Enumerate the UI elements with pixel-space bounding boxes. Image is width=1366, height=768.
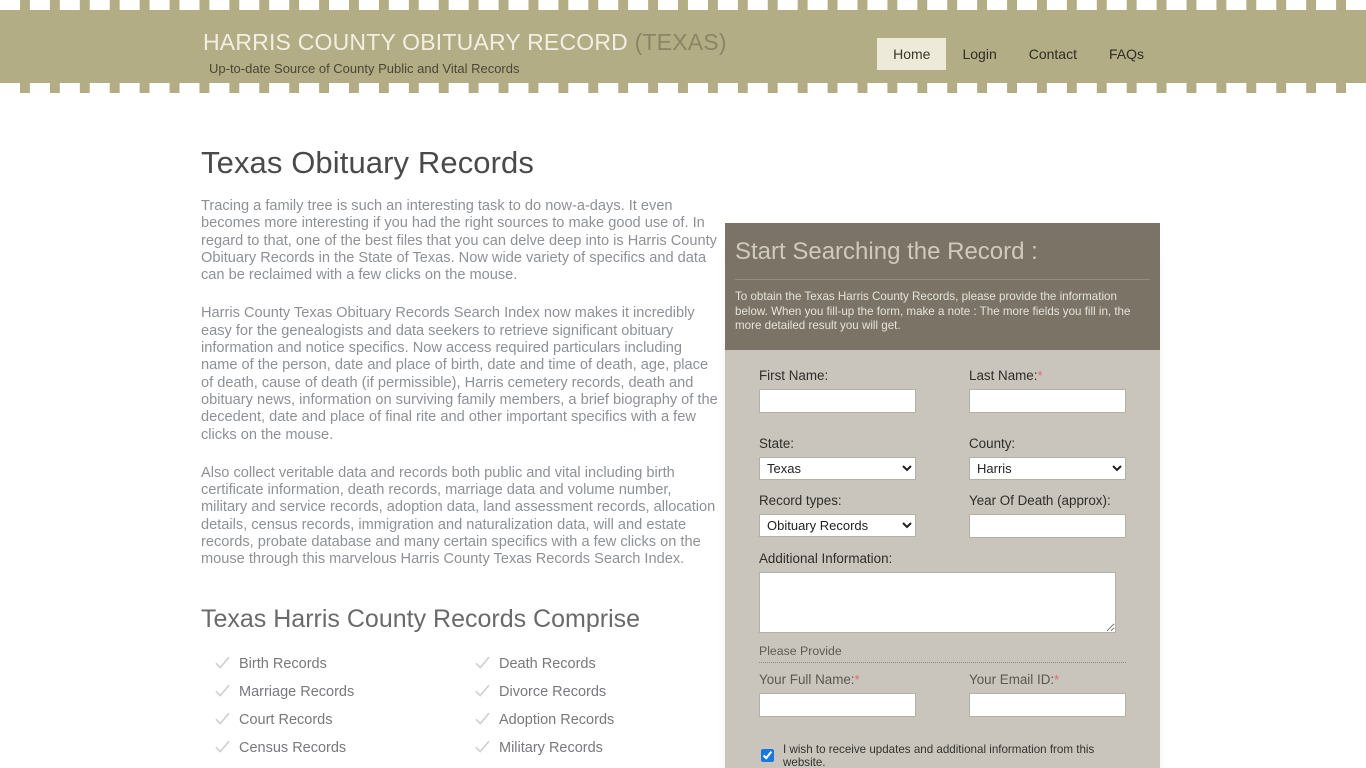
- name-field-row: First Name: Last Name:*: [759, 368, 1135, 413]
- required-asterisk-last-name: *: [1037, 367, 1043, 383]
- last-name-field-group: Last Name:*: [947, 368, 1135, 413]
- article-column: Texas Obituary Records Tracing a family …: [201, 145, 721, 768]
- record-list-item-label: Death Records: [499, 655, 596, 672]
- email-label-text: Your Email ID:: [969, 671, 1055, 687]
- email-label: Your Email ID:*: [969, 672, 1135, 687]
- contact-field-row: Your Full Name:* Your Email ID:*: [759, 672, 1135, 717]
- intro-paragraph-2: Harris County Texas Obituary Records Sea…: [201, 305, 718, 443]
- full-name-label: Your Full Name:*: [759, 672, 947, 687]
- main-navigation: Home Login Contact FAQs: [877, 38, 1160, 70]
- first-name-input[interactable]: [759, 388, 916, 413]
- email-input[interactable]: [969, 692, 1126, 717]
- record-year-field-row: Record types: Obituary Records Year Of D…: [759, 493, 1135, 538]
- records-section-title: Texas Harris County Records Comprise: [201, 604, 641, 633]
- last-name-input[interactable]: [969, 388, 1126, 413]
- intro-paragraph-1: Tracing a family tree is such an interes…: [201, 198, 717, 284]
- record-types-label: Record types:: [759, 492, 842, 508]
- record-list-item-label: Marriage Records: [239, 683, 355, 700]
- nav-item-login[interactable]: Login: [946, 38, 1012, 70]
- check-icon: [475, 712, 490, 727]
- location-field-row: State: Texas County: Harris: [759, 436, 1135, 480]
- site-subtitle: Up-to-date Source of County Public and V…: [209, 61, 520, 76]
- additional-information-label: Additional Information:: [759, 550, 893, 566]
- record-list-item: Divorce Records: [461, 678, 721, 706]
- last-name-label-text: Last Name:: [969, 367, 1038, 383]
- nav-item-faqs[interactable]: FAQs: [1093, 38, 1160, 70]
- site-header: HARRIS COUNTY OBITUARY RECORD (TEXAS) Up…: [0, 0, 1366, 93]
- brand-block: HARRIS COUNTY OBITUARY RECORD (TEXAS) Up…: [203, 28, 727, 76]
- consent-checkbox[interactable]: [761, 749, 774, 763]
- year-of-death-label: Year Of Death (approx):: [969, 492, 1111, 508]
- first-name-field-group: First Name:: [759, 368, 947, 413]
- search-panel-title: Start Searching the Record :: [735, 238, 1150, 280]
- county-field-group: County: Harris: [947, 436, 1135, 480]
- record-list-item: Census Records: [201, 734, 461, 762]
- intro-paragraph-3: Also collect veritable data and records …: [201, 464, 716, 568]
- record-list-item: Obituary Records: [461, 762, 721, 768]
- record-list-item-label: Adoption Records: [499, 711, 615, 728]
- full-name-label-text: Your Full Name:: [759, 671, 855, 687]
- check-icon: [475, 656, 490, 671]
- record-list-item: Birth Records: [201, 650, 461, 678]
- record-list-item-label: Military Records: [499, 739, 603, 756]
- site-title-location: (TEXAS): [634, 29, 727, 55]
- search-panel-description: To obtain the Texas Harris County Record…: [735, 290, 1131, 333]
- check-icon: [475, 740, 490, 755]
- record-list-item-label: Divorce Records: [499, 683, 607, 700]
- record-list-item-label: Court Records: [239, 711, 333, 728]
- required-asterisk-email: *: [1054, 671, 1060, 687]
- first-name-label: First Name:: [759, 367, 829, 383]
- record-list-item: Death Records: [461, 650, 721, 678]
- county-select[interactable]: Harris: [969, 456, 1126, 480]
- search-panel-header: Start Searching the Record : To obtain t…: [725, 223, 1160, 350]
- site-title: HARRIS COUNTY OBITUARY RECORD (TEXAS): [203, 28, 727, 56]
- state-field-group: State: Texas: [759, 436, 947, 480]
- last-name-label: Last Name:*: [969, 368, 1135, 383]
- state-label: State:: [759, 435, 794, 451]
- email-field-group: Your Email ID:*: [947, 672, 1135, 717]
- required-asterisk-full-name: *: [854, 671, 860, 687]
- record-list-item-label: Census Records: [239, 739, 347, 756]
- check-icon: [215, 740, 230, 755]
- check-icon: [215, 656, 230, 671]
- nav-item-home[interactable]: Home: [877, 38, 947, 70]
- check-icon: [215, 684, 230, 699]
- record-list-item: Marriage Records: [201, 678, 461, 706]
- consent-row: I wish to receive updates and additional…: [759, 743, 1135, 768]
- record-list-item-label: Birth Records: [239, 655, 327, 672]
- page-title: Texas Obituary Records: [201, 145, 534, 180]
- record-list-item: Court Records: [201, 706, 461, 734]
- additional-information-textarea[interactable]: [759, 571, 1116, 633]
- year-of-death-field-group: Year Of Death (approx):: [947, 493, 1135, 538]
- site-title-main: HARRIS COUNTY OBITUARY RECORD: [203, 29, 628, 55]
- section-divider: [759, 661, 1126, 663]
- additional-information-group: Additional Information:: [759, 551, 1135, 638]
- record-types-select[interactable]: Obituary Records: [759, 513, 916, 537]
- full-name-field-group: Your Full Name:*: [759, 672, 947, 717]
- page-body: Texas Obituary Records Tracing a family …: [0, 93, 1366, 768]
- county-label: County:: [969, 435, 1016, 451]
- record-list-item: Adoption Records: [461, 706, 721, 734]
- record-list-item: Military Records: [461, 734, 721, 762]
- state-select[interactable]: Texas: [759, 456, 916, 480]
- please-provide-label: Please Provide: [759, 643, 842, 658]
- records-comprise-list: Birth Records Death Records Marriage Recor…: [201, 650, 721, 768]
- record-types-field-group: Record types: Obituary Records: [759, 493, 947, 538]
- consent-label: I wish to receive updates and additional…: [783, 742, 1095, 768]
- search-panel-body: First Name: Last Name:* State: Texas Cou…: [725, 350, 1160, 768]
- nav-item-contact[interactable]: Contact: [1013, 38, 1093, 70]
- check-icon: [475, 684, 490, 699]
- record-list-item: Land Records: [201, 762, 461, 768]
- year-of-death-input[interactable]: [969, 513, 1126, 538]
- check-icon: [215, 712, 230, 727]
- full-name-input[interactable]: [759, 692, 916, 717]
- search-record-panel: Start Searching the Record : To obtain t…: [725, 223, 1160, 768]
